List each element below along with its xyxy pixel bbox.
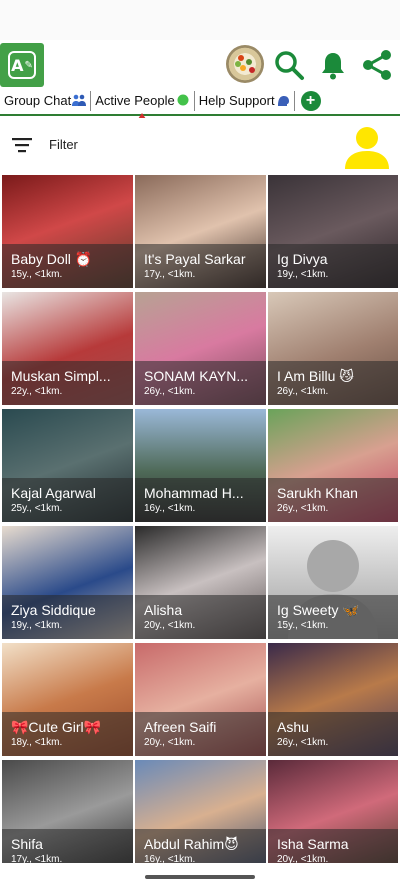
navigation-bar xyxy=(0,863,400,889)
tab-bar: Group Chat Active People Help Support + xyxy=(0,88,400,119)
profile-name: Abdul Rahim😈 xyxy=(144,836,239,852)
tab-help-support[interactable]: Help Support xyxy=(195,91,295,111)
profile-info-overlay: SONAM KAYN... 26y., <1km. xyxy=(135,361,266,405)
profile-age-distance: 19y., <1km. xyxy=(277,269,329,280)
profile-info-overlay: 🎀Cute Girl🎀 18y., <1km. xyxy=(2,712,133,756)
profile-age-distance: 16y., <1km. xyxy=(144,854,196,863)
profile-age-distance: 26y., <1km. xyxy=(277,386,329,397)
profile-card[interactable]: Ashu 26y., <1km. xyxy=(268,643,398,756)
profile-card[interactable]: Baby Doll ⏰ 15y., <1km. xyxy=(2,175,133,288)
profile-name: SONAM KAYN... xyxy=(144,368,248,384)
profile-info-overlay: Shifa 17y., <1km. xyxy=(2,829,133,863)
profile-age-distance: 26y., <1km. xyxy=(277,503,329,514)
profile-age-distance: 17y., <1km. xyxy=(144,269,196,280)
profile-card[interactable]: Ig Divya 19y., <1km. xyxy=(268,175,398,288)
profile-card[interactable]: Mohammad H... 16y., <1km. xyxy=(135,409,266,522)
filter-bar: Filter xyxy=(0,118,400,172)
bell-icon[interactable] xyxy=(316,48,350,82)
status-bar xyxy=(0,0,400,40)
profile-name: Isha Sarma xyxy=(277,836,349,852)
profile-age-distance: 22y., <1km. xyxy=(11,386,63,397)
user-silhouette-icon[interactable] xyxy=(342,125,392,169)
profile-info-overlay: It's Payal Sarkar 17y., <1km. xyxy=(135,244,266,288)
app-bar: A ✎ xyxy=(0,40,400,88)
profile-card[interactable]: Muskan Simpl... 22y., <1km. xyxy=(2,292,133,405)
tab-group-chat[interactable]: Group Chat xyxy=(0,91,92,111)
profile-info-overlay: Isha Sarma 20y., <1km. xyxy=(268,829,398,863)
profile-card[interactable]: 🎀Cute Girl🎀 18y., <1km. xyxy=(2,643,133,756)
profile-info-overlay: Sarukh Khan 26y., <1km. xyxy=(268,478,398,522)
profile-card[interactable]: Isha Sarma 20y., <1km. xyxy=(268,760,398,863)
filter-label[interactable]: Filter xyxy=(49,137,78,152)
profile-card[interactable]: I Am Billu 😼 26y., <1km. xyxy=(268,292,398,405)
profile-name: Shifa xyxy=(11,836,43,852)
profile-card[interactable]: Ig Sweety 🦋 15y., <1km. xyxy=(268,526,398,639)
profile-name: Muskan Simpl... xyxy=(11,368,111,384)
profile-age-distance: 20y., <1km. xyxy=(144,620,196,631)
profile-name: Kajal Agarwal xyxy=(11,485,96,501)
profile-name: 🎀Cute Girl🎀 xyxy=(11,719,102,735)
people-emoji-icon xyxy=(72,94,87,106)
profile-age-distance: 18y., <1km. xyxy=(11,737,63,748)
profile-card[interactable]: Afreen Saifi 20y., <1km. xyxy=(135,643,266,756)
share-icon[interactable] xyxy=(360,48,394,82)
profile-avatar[interactable] xyxy=(226,45,264,83)
tab-label: Group Chat xyxy=(4,93,72,108)
profile-info-overlay: Alisha 20y., <1km. xyxy=(135,595,266,639)
profile-name: Ig Sweety 🦋 xyxy=(277,602,360,618)
profile-info-overlay: Muskan Simpl... 22y., <1km. xyxy=(2,361,133,405)
profile-card[interactable]: It's Payal Sarkar 17y., <1km. xyxy=(135,175,266,288)
profile-age-distance: 26y., <1km. xyxy=(144,386,196,397)
profile-card[interactable]: Abdul Rahim😈 16y., <1km. xyxy=(135,760,266,863)
profile-info-overlay: Abdul Rahim😈 16y., <1km. xyxy=(135,829,266,863)
tab-label: Active People xyxy=(95,93,175,108)
profile-card[interactable]: Kajal Agarwal 25y., <1km. xyxy=(2,409,133,522)
profile-name: Alisha xyxy=(144,602,183,618)
profile-name: I Am Billu 😼 xyxy=(277,368,354,384)
home-indicator[interactable] xyxy=(145,875,255,879)
profile-name: It's Payal Sarkar xyxy=(144,251,246,267)
filter-icon[interactable] xyxy=(12,137,32,153)
profile-info-overlay: Kajal Agarwal 25y., <1km. xyxy=(2,478,133,522)
speaking-head-emoji-icon xyxy=(277,96,289,106)
profile-age-distance: 16y., <1km. xyxy=(144,503,196,514)
profile-age-distance: 26y., <1km. xyxy=(277,737,329,748)
tab-label: Help Support xyxy=(198,93,275,108)
profile-card[interactable]: Sarukh Khan 26y., <1km. xyxy=(268,409,398,522)
profile-age-distance: 15y., <1km. xyxy=(277,620,329,631)
app-logo-icon[interactable]: A ✎ xyxy=(0,43,44,87)
profile-name: Sarukh Khan xyxy=(277,485,358,501)
profile-age-distance: 19y., <1km. xyxy=(11,620,63,631)
profile-age-distance: 20y., <1km. xyxy=(144,737,196,748)
search-icon[interactable] xyxy=(272,48,306,82)
profile-info-overlay: Ashu 26y., <1km. xyxy=(268,712,398,756)
profile-card[interactable]: Shifa 17y., <1km. xyxy=(2,760,133,863)
profile-age-distance: 20y., <1km. xyxy=(277,854,329,863)
profile-info-overlay: I Am Billu 😼 26y., <1km. xyxy=(268,361,398,405)
profile-card[interactable]: Alisha 20y., <1km. xyxy=(135,526,266,639)
add-icon[interactable]: + xyxy=(300,91,321,111)
profile-info-overlay: Mohammad H... 16y., <1km. xyxy=(135,478,266,522)
profile-name: Ashu xyxy=(277,719,309,735)
profile-card[interactable]: SONAM KAYN... 26y., <1km. xyxy=(135,292,266,405)
profile-card[interactable]: Ziya Siddique 19y., <1km. xyxy=(2,526,133,639)
profile-info-overlay: Ig Divya 19y., <1km. xyxy=(268,244,398,288)
profile-info-overlay: Baby Doll ⏰ 15y., <1km. xyxy=(2,244,133,288)
profile-name: Afreen Saifi xyxy=(144,719,217,735)
profile-name: Baby Doll ⏰ xyxy=(11,251,93,267)
tab-active-people[interactable]: Active People xyxy=(91,91,195,119)
profile-age-distance: 17y., <1km. xyxy=(11,854,63,863)
profile-name: Ig Divya xyxy=(277,251,328,267)
profile-info-overlay: Ig Sweety 🦋 15y., <1km. xyxy=(268,595,398,639)
profile-info-overlay: Afreen Saifi 20y., <1km. xyxy=(135,712,266,756)
profile-age-distance: 15y., <1km. xyxy=(11,269,63,280)
profile-age-distance: 25y., <1km. xyxy=(11,503,63,514)
profile-name: Mohammad H... xyxy=(144,485,244,501)
profile-name: Ziya Siddique xyxy=(11,602,96,618)
profile-grid: Baby Doll ⏰ 15y., <1km. It's Payal Sarkar 1… xyxy=(2,175,398,863)
green-circle-emoji-icon xyxy=(177,94,189,106)
profile-info-overlay: Ziya Siddique 19y., <1km. xyxy=(2,595,133,639)
